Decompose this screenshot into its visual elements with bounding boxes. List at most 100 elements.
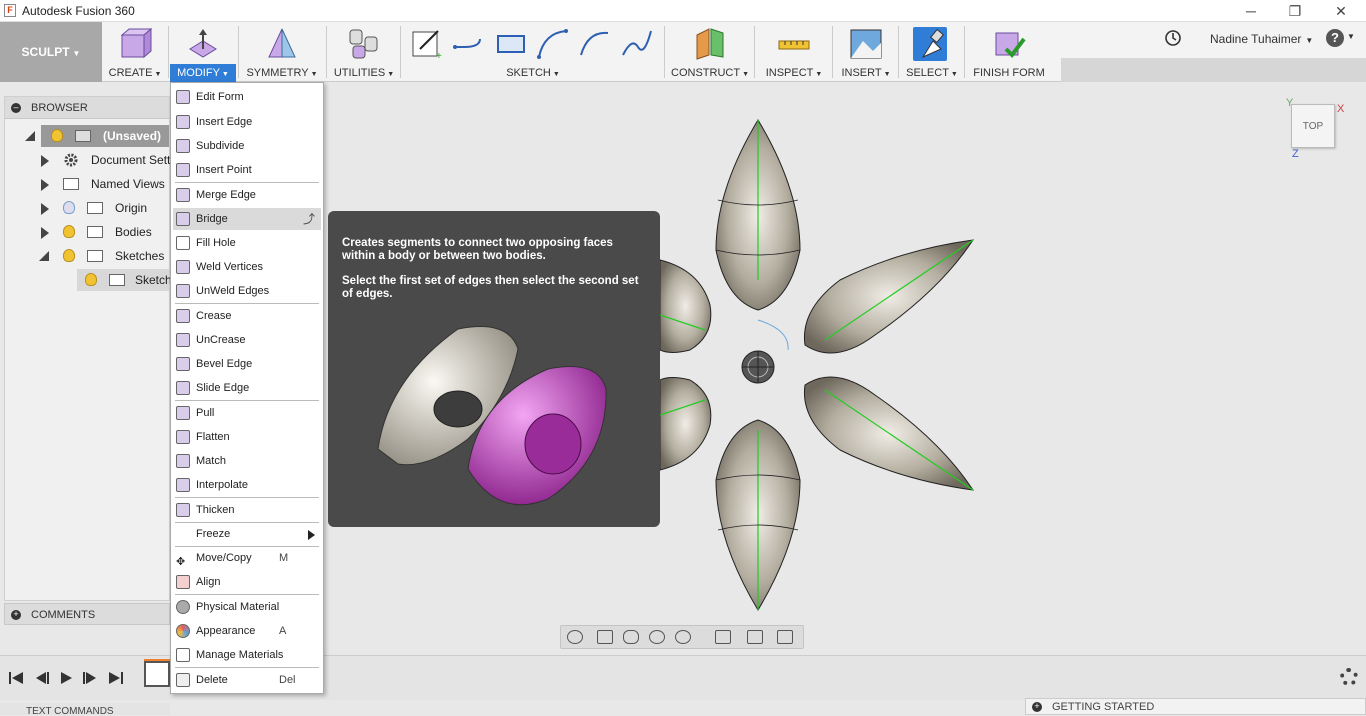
- go-to-start-icon[interactable]: [8, 671, 24, 685]
- bevel-edge-icon: [176, 357, 190, 371]
- toolbar-group-select-label: SELECT ▼: [906, 67, 958, 79]
- zoom-icon[interactable]: [649, 630, 665, 644]
- play-icon[interactable]: [58, 671, 74, 685]
- toolbar-group-insert[interactable]: INSERT ▼: [836, 22, 896, 82]
- menu-item-unweld-edges[interactable]: UnWeld Edges: [173, 280, 321, 302]
- browser-item-bodies[interactable]: Bodies: [39, 221, 169, 243]
- toolbar-group-utilities[interactable]: UTILITIES ▼: [330, 22, 398, 82]
- toolbar-group-modify[interactable]: MODIFY ▼: [170, 22, 236, 82]
- pan-hand-icon[interactable]: [623, 630, 639, 644]
- shortcut-label: M: [279, 552, 289, 564]
- flower-body[interactable]: [660, 119, 975, 611]
- menu-item-flatten[interactable]: Flatten: [173, 426, 321, 448]
- workspace-switcher[interactable]: SCULPT ▼: [0, 22, 102, 82]
- menu-item-thicken[interactable]: Thicken: [173, 499, 321, 521]
- toolbar-group-sketch[interactable]: + SKETCH ▼: [404, 22, 662, 82]
- step-forward-icon[interactable]: [82, 671, 98, 685]
- menu-item-merge-edge[interactable]: Merge Edge: [173, 184, 321, 206]
- browser-panel: – BROWSER (Unsaved) Document Settin Named…: [4, 96, 180, 601]
- expand-toggle-icon[interactable]: [25, 131, 35, 141]
- menu-item-fill-hole[interactable]: Fill Hole: [173, 232, 321, 254]
- chevron-down-icon[interactable]: ▼: [1347, 32, 1355, 41]
- menu-item-interpolate[interactable]: Interpolate: [173, 474, 321, 496]
- expand-toggle-icon[interactable]: [41, 227, 49, 239]
- minimize-button[interactable]: ─: [1228, 0, 1274, 22]
- collapse-icon[interactable]: –: [11, 103, 21, 113]
- close-button[interactable]: ✕: [1318, 0, 1364, 22]
- folder-icon: [87, 226, 103, 238]
- browser-item-root[interactable]: (Unsaved): [41, 125, 169, 147]
- canvas-model[interactable]: [660, 110, 980, 620]
- fit-zoom-icon[interactable]: [675, 630, 691, 644]
- fill-hole-icon: [176, 236, 190, 250]
- comments-panel[interactable]: + COMMENTS: [4, 603, 170, 625]
- visibility-bulb-icon[interactable]: [63, 201, 75, 214]
- subdivide-icon: [176, 139, 190, 153]
- menu-item-crease[interactable]: Crease: [173, 305, 321, 327]
- workspace-label: SCULPT: [21, 45, 70, 59]
- toolbar-group-finish-form[interactable]: FINISH FORM: [968, 22, 1050, 82]
- timeline-sketch-feature[interactable]: [144, 661, 170, 687]
- grid-settings-icon[interactable]: [747, 630, 763, 644]
- viewports-icon[interactable]: [777, 630, 793, 644]
- menu-item-align[interactable]: Align: [173, 571, 321, 593]
- getting-started-panel[interactable]: + GETTING STARTED: [1025, 698, 1366, 715]
- pin-icon[interactable]: ⤴: [303, 208, 315, 230]
- menu-item-insert-point[interactable]: Insert Point: [173, 159, 321, 181]
- menu-item-insert-edge[interactable]: Insert Edge: [173, 111, 321, 133]
- folder-icon: [87, 202, 103, 214]
- menu-item-bevel-edge[interactable]: Bevel Edge: [173, 353, 321, 375]
- menu-item-uncrease[interactable]: UnCrease: [173, 329, 321, 351]
- menu-item-match[interactable]: Match: [173, 450, 321, 472]
- expand-icon[interactable]: +: [1032, 702, 1042, 712]
- browser-item-document-settings[interactable]: Document Settin: [39, 149, 180, 171]
- visibility-bulb-icon[interactable]: [85, 273, 97, 286]
- gear-icon[interactable]: [1340, 668, 1358, 686]
- toolbar-group-construct[interactable]: CONSTRUCT ▼: [668, 22, 752, 82]
- step-back-icon[interactable]: [34, 671, 50, 685]
- visibility-bulb-icon[interactable]: [63, 225, 75, 238]
- look-at-icon[interactable]: [597, 630, 613, 644]
- browser-item-sketches[interactable]: Sketches: [39, 245, 169, 267]
- menu-item-weld-vertices[interactable]: Weld Vertices: [173, 256, 321, 278]
- job-status-clock-icon[interactable]: [1164, 29, 1182, 47]
- text-commands-panel[interactable]: TEXT COMMANDS: [0, 703, 170, 715]
- visibility-bulb-icon[interactable]: [51, 129, 63, 142]
- menu-item-pull[interactable]: Pull: [173, 402, 321, 424]
- view-cube[interactable]: TOP: [1291, 104, 1335, 148]
- browser-header[interactable]: – BROWSER: [5, 97, 169, 119]
- menu-item-slide-edge[interactable]: Slide Edge: [173, 377, 321, 399]
- expand-toggle-icon[interactable]: [41, 155, 49, 167]
- collapse-toggle-icon[interactable]: [39, 251, 49, 261]
- menu-item-edit-form[interactable]: Edit Form: [173, 86, 321, 108]
- go-to-end-icon[interactable]: [108, 671, 124, 685]
- flatten-icon: [176, 430, 190, 444]
- folder-icon: [63, 178, 79, 190]
- toolbar-group-inspect[interactable]: INSPECT ▼: [758, 22, 830, 82]
- help-icon[interactable]: ?: [1326, 29, 1344, 47]
- expand-toggle-icon[interactable]: [41, 203, 49, 215]
- browser-item-sketch[interactable]: Sketch: [77, 269, 172, 291]
- menu-item-freeze[interactable]: Freeze: [173, 523, 321, 545]
- menu-item-delete[interactable]: Delete Del: [173, 669, 321, 691]
- menu-item-manage-materials[interactable]: Manage Materials: [173, 644, 321, 666]
- toolbar-group-symmetry[interactable]: SYMMETRY ▼: [240, 22, 324, 82]
- expand-icon[interactable]: +: [11, 610, 21, 620]
- toolbar-group-select[interactable]: SELECT ▼: [904, 22, 960, 82]
- uncrease-icon: [176, 333, 190, 347]
- menu-item-bridge[interactable]: Bridge ⤴: [173, 208, 321, 230]
- menu-item-physical-material[interactable]: Physical Material: [173, 596, 321, 618]
- orbit-icon[interactable]: [567, 630, 583, 644]
- user-account-menu[interactable]: Nadine Tuhaimer ▼: [1210, 32, 1313, 46]
- display-settings-icon[interactable]: [715, 630, 731, 644]
- expand-toggle-icon[interactable]: [41, 179, 49, 191]
- menu-item-appearance[interactable]: Appearance A: [173, 620, 321, 642]
- toolbar-group-symmetry-label: SYMMETRY ▼: [246, 67, 318, 79]
- restore-button[interactable]: ❐: [1272, 0, 1318, 22]
- toolbar-group-create[interactable]: CREATE ▼: [104, 22, 166, 82]
- visibility-bulb-icon[interactable]: [63, 249, 75, 262]
- menu-item-subdivide[interactable]: Subdivide: [173, 135, 321, 157]
- browser-item-named-views[interactable]: Named Views: [39, 173, 169, 195]
- browser-item-origin[interactable]: Origin: [39, 197, 169, 219]
- menu-item-move-copy[interactable]: ✥ Move/Copy M: [173, 547, 321, 569]
